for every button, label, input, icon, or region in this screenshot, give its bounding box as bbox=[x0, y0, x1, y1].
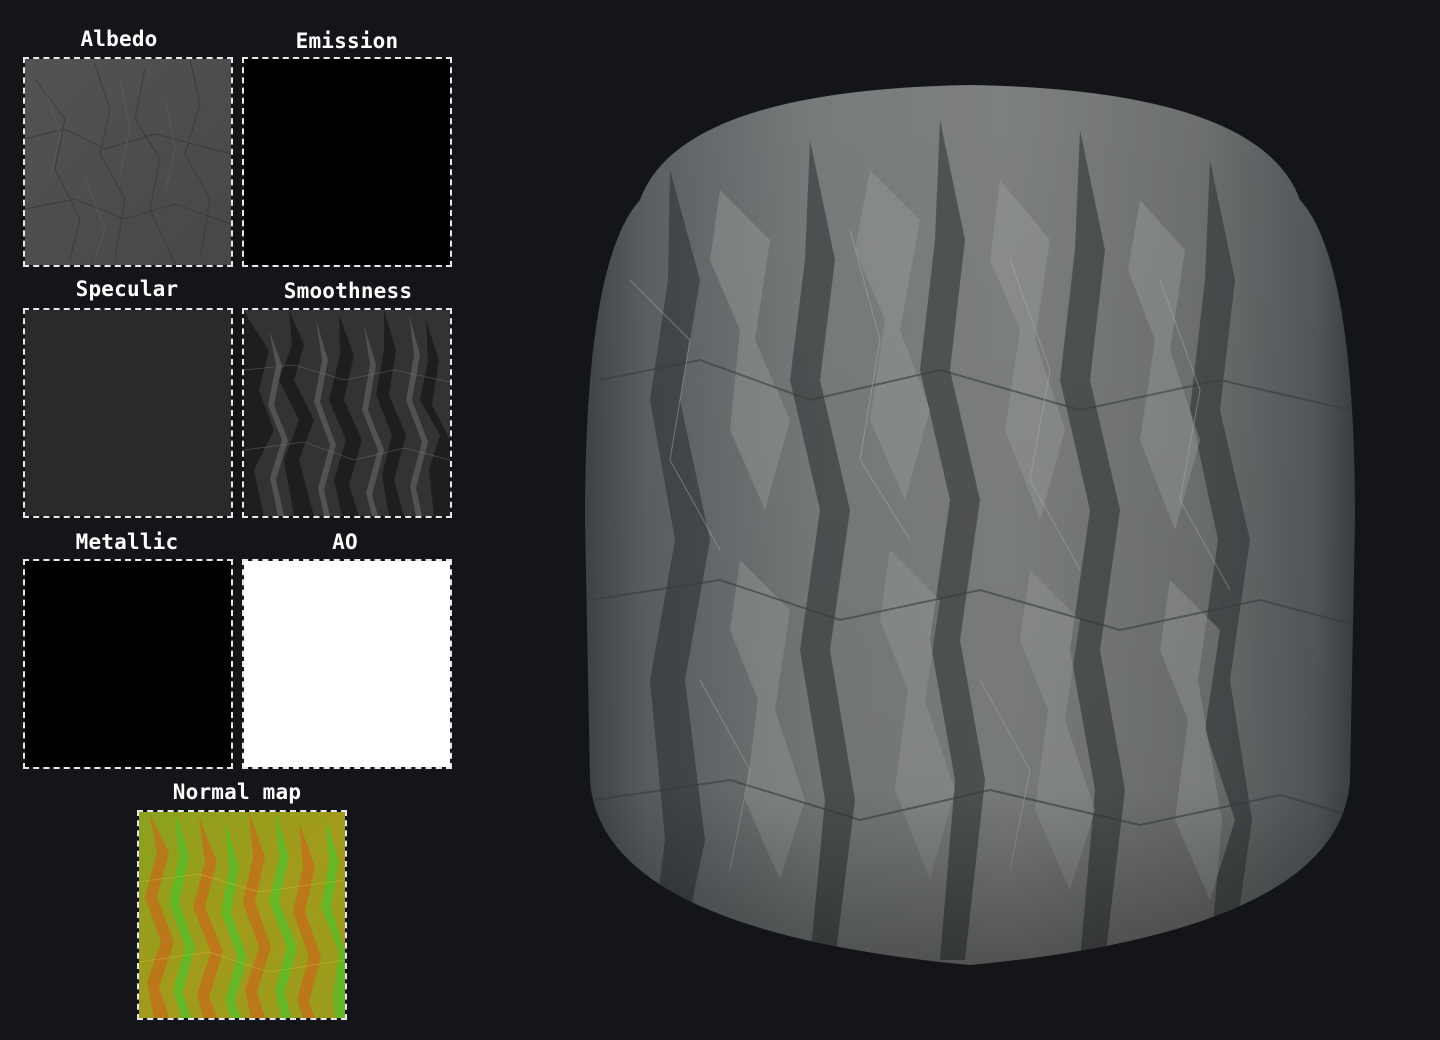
specular-map-thumbnail[interactable] bbox=[23, 308, 233, 518]
metallic-map-thumbnail[interactable] bbox=[23, 559, 233, 769]
emission-label: Emission bbox=[295, 29, 399, 53]
albedo-texture bbox=[25, 59, 231, 265]
ao-swatch bbox=[244, 561, 450, 767]
material-preview-cylinder[interactable] bbox=[580, 80, 1360, 970]
normal-map-thumbnail[interactable] bbox=[137, 810, 347, 1020]
emission-map-thumbnail[interactable] bbox=[242, 57, 452, 267]
normal-map-texture bbox=[139, 812, 345, 1018]
albedo-label: Albedo bbox=[80, 27, 158, 51]
rock-cylinder-render bbox=[585, 85, 1355, 965]
smoothness-map-thumbnail[interactable] bbox=[242, 308, 452, 518]
ao-map-thumbnail[interactable] bbox=[242, 559, 452, 769]
specular-swatch bbox=[25, 310, 231, 516]
specular-label: Specular bbox=[75, 277, 179, 301]
ao-label: AO bbox=[332, 530, 358, 554]
metallic-label: Metallic bbox=[75, 530, 179, 554]
albedo-map-thumbnail[interactable] bbox=[23, 57, 233, 267]
emission-swatch bbox=[244, 59, 450, 265]
smoothness-label: Smoothness bbox=[283, 279, 413, 303]
smoothness-texture bbox=[244, 310, 450, 516]
metallic-swatch bbox=[25, 561, 231, 767]
normal-map-label: Normal map bbox=[172, 780, 302, 804]
